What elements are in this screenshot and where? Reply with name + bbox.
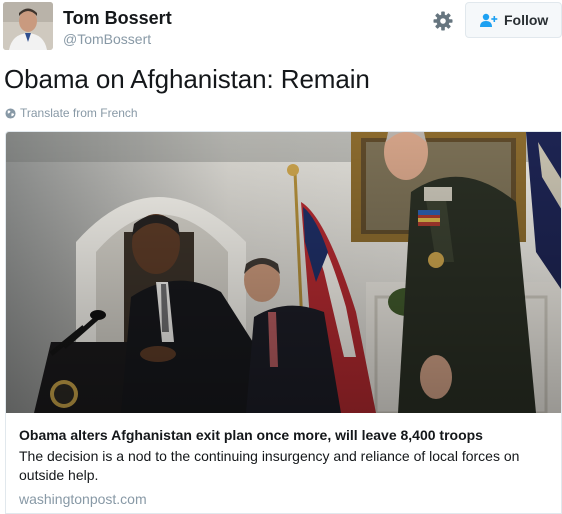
card-body[interactable]: Obama alters Afghanistan exit plan once … [6, 413, 561, 513]
user-name[interactable]: Tom Bossert [63, 8, 172, 29]
tweet-header: Tom Bossert @TomBossert Follow [0, 0, 562, 56]
follow-label: Follow [504, 12, 549, 28]
globe-icon [5, 107, 16, 119]
user-handle[interactable]: @TomBossert [63, 31, 151, 47]
tweet-text: Obama on Afghanistan: Remain [4, 64, 370, 94]
add-user-icon [480, 13, 498, 27]
follow-button[interactable]: Follow [465, 2, 562, 38]
link-card[interactable]: Obama alters Afghanistan exit plan once … [5, 131, 562, 514]
card-domain[interactable]: washingtonpost.com [19, 491, 550, 507]
card-title[interactable]: Obama alters Afghanistan exit plan once … [19, 426, 550, 445]
avatar[interactable] [3, 2, 53, 50]
gear-icon[interactable] [431, 9, 455, 33]
card-description: The decision is a nod to the continuing … [19, 448, 520, 483]
translate-link[interactable]: Translate from French [5, 106, 138, 120]
card-image[interactable] [6, 132, 561, 415]
translate-label: Translate from French [20, 106, 138, 120]
